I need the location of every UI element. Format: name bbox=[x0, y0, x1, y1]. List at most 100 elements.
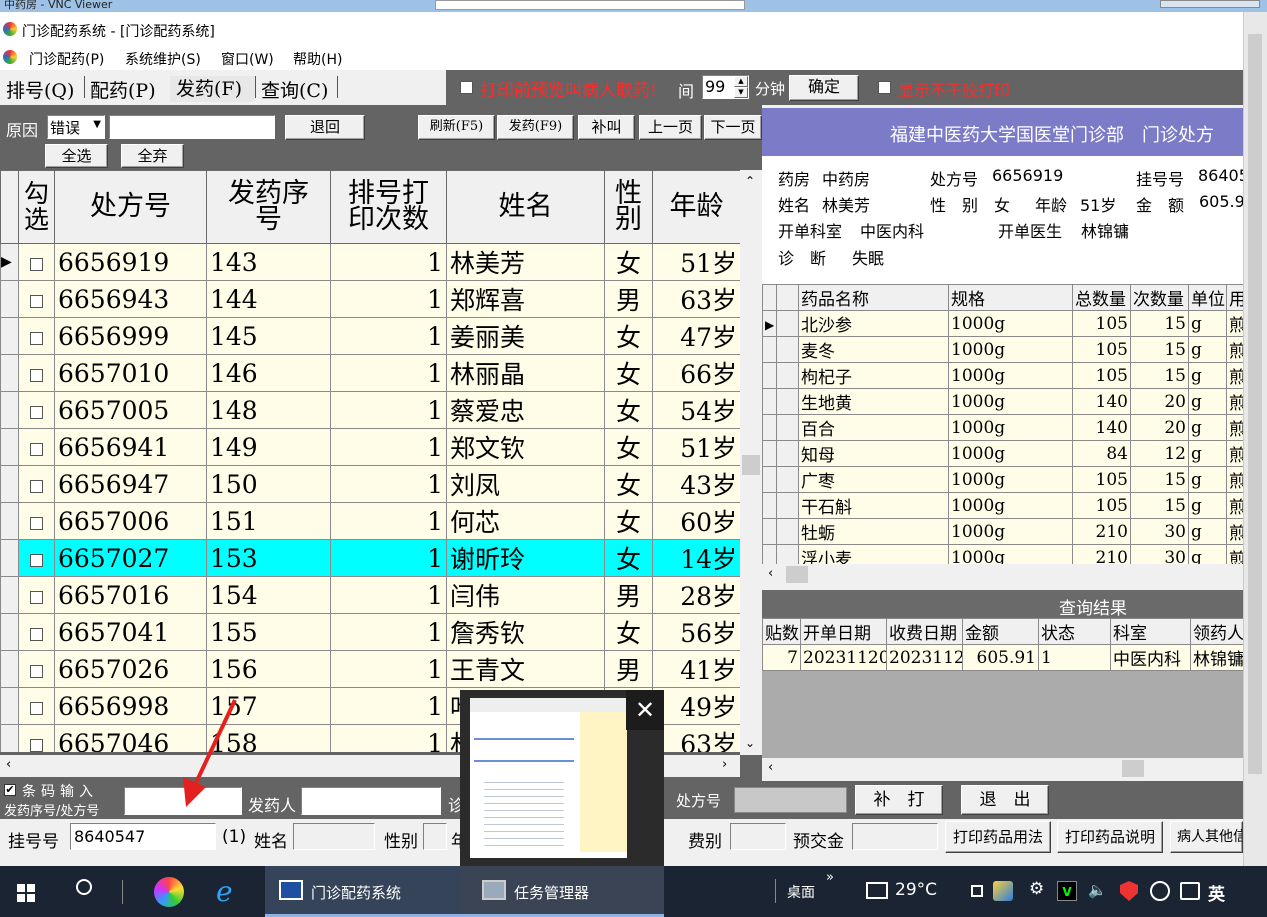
prepay-input[interactable] bbox=[852, 823, 938, 850]
network-globe-icon[interactable] bbox=[1150, 881, 1170, 901]
vnc-tray-icon[interactable]: V bbox=[1057, 881, 1077, 901]
prev-page-button[interactable]: 上一页 bbox=[639, 115, 702, 140]
reason-input[interactable] bbox=[109, 115, 275, 139]
row-checkbox[interactable] bbox=[30, 627, 43, 641]
row-checkbox[interactable] bbox=[30, 664, 43, 678]
taskbar-app-dispense[interactable]: 门诊配药系统 bbox=[265, 866, 462, 917]
next-page-button[interactable]: 下一页 bbox=[704, 115, 762, 140]
dispense-grid[interactable]: 勾选 处方号 发药序号 排号打印次数 姓名 性别 年龄 ▶ 6656919 143 1… bbox=[0, 170, 740, 752]
dispense-button[interactable]: 发药(F9) bbox=[497, 115, 574, 140]
spin-down-icon[interactable]: ▼ bbox=[734, 87, 748, 98]
recall-button[interactable]: 补叫 bbox=[578, 115, 635, 140]
back-button[interactable]: 退回 bbox=[285, 115, 365, 140]
print-usage-button[interactable]: 打印药品用法 bbox=[945, 821, 1051, 853]
table-row[interactable]: 6657016 154 1 闫伟男 28岁 bbox=[0, 576, 740, 614]
scroll-left-icon[interactable]: ‹ bbox=[768, 760, 773, 775]
ie-icon[interactable]: e bbox=[216, 875, 233, 908]
gear-icon[interactable]: ⚙ bbox=[1029, 879, 1044, 899]
deselect-all-button[interactable]: 全弃 bbox=[121, 144, 184, 168]
menu-dispense[interactable]: 门诊配药(P) bbox=[29, 49, 104, 69]
query-row[interactable]: 72023112020231120605.911中医内科林锦镛 bbox=[762, 644, 1243, 671]
query-hscroll-thumb[interactable] bbox=[1122, 760, 1144, 777]
drug-row[interactable]: 干石斛1000g10515g煎 bbox=[762, 492, 1243, 519]
drug-row[interactable]: 知母1000g8412g煎 bbox=[762, 440, 1243, 467]
outer-scroll-thumb[interactable] bbox=[1248, 34, 1262, 774]
drug-row[interactable]: 广枣1000g10515g煎 bbox=[762, 466, 1243, 493]
table-row[interactable]: 6657041 155 1 詹秀钦女 56岁 bbox=[0, 613, 740, 651]
cell-check[interactable] bbox=[18, 391, 55, 429]
print-desc-button[interactable]: 打印药品说明 bbox=[1057, 821, 1163, 853]
scroll-left-icon[interactable]: ‹ bbox=[768, 566, 773, 581]
drug-row[interactable]: 麦冬1000g10515g煎 bbox=[762, 336, 1243, 363]
scroll-up-icon[interactable]: ⌃ bbox=[745, 174, 755, 188]
drug-row[interactable]: 百合1000g14020g煎 bbox=[762, 414, 1243, 441]
cell-check[interactable] bbox=[18, 354, 55, 392]
table-row[interactable]: ▶ 6656919 143 1 林美芳女 51岁 bbox=[0, 243, 740, 281]
chevron-right-double-icon[interactable]: » bbox=[826, 870, 834, 885]
cell-check[interactable] bbox=[18, 502, 55, 540]
interval-spinner[interactable]: 99 ▲ ▼ bbox=[702, 75, 749, 99]
browser-360-icon[interactable] bbox=[154, 877, 184, 907]
scroll-down-icon[interactable]: ⌄ bbox=[745, 736, 755, 750]
print-preview-checkbox[interactable] bbox=[460, 81, 473, 94]
drug-row[interactable]: 生地黄1000g14020g煎 bbox=[762, 388, 1243, 415]
patient-name-input[interactable] bbox=[293, 823, 375, 850]
close-icon[interactable]: ✕ bbox=[626, 690, 664, 730]
refresh-button[interactable]: 刷新(F5) bbox=[418, 115, 495, 140]
ime-indicator[interactable]: 英 bbox=[1208, 880, 1225, 905]
cell-check[interactable] bbox=[18, 465, 55, 503]
keyboard-icon[interactable] bbox=[1180, 882, 1200, 900]
reason-select[interactable]: 错误 ▼ bbox=[47, 115, 105, 139]
reg-no-input[interactable]: 8640547 bbox=[70, 823, 216, 850]
tab-dispense[interactable]: 发药(F) bbox=[176, 74, 242, 101]
row-checkbox[interactable] bbox=[30, 738, 43, 752]
tray-app-icon[interactable] bbox=[993, 881, 1013, 901]
drug-row[interactable]: 牡蛎1000g21030g煎 bbox=[762, 518, 1243, 545]
cell-check[interactable] bbox=[18, 243, 55, 281]
menu-system[interactable]: 系统维护(S) bbox=[125, 49, 201, 69]
row-checkbox[interactable] bbox=[30, 516, 43, 530]
table-row[interactable]: 6656999 145 1 姜丽美女 47岁 bbox=[0, 317, 740, 355]
row-checkbox[interactable] bbox=[30, 553, 43, 567]
row-checkbox[interactable] bbox=[30, 590, 43, 604]
tab-prepare[interactable]: 配药(P) bbox=[90, 76, 156, 103]
row-checkbox[interactable] bbox=[30, 442, 43, 456]
exit-button[interactable]: 退 出 bbox=[961, 785, 1049, 815]
tab-queue[interactable]: 排号(Q) bbox=[6, 76, 74, 103]
row-checkbox[interactable] bbox=[30, 331, 43, 345]
no-dry-print-checkbox[interactable] bbox=[878, 81, 891, 94]
row-checkbox[interactable] bbox=[30, 405, 43, 419]
windows-start-icon[interactable] bbox=[17, 884, 35, 902]
outer-scrollbar[interactable] bbox=[1243, 12, 1267, 866]
drug-grid[interactable]: 药品名称 规格 总数量 次数量 单位 用 ▶北沙参1000g10515g煎麦冬1… bbox=[762, 284, 1243, 564]
cell-check[interactable] bbox=[18, 613, 55, 651]
query-grid[interactable]: 贴数 开单日期 收费日期 金额 状态 科室 领药人 7 20231120 20231… bbox=[762, 618, 1243, 758]
barcode-checkbox[interactable]: ✔ bbox=[4, 784, 16, 796]
query-hscroll[interactable]: ‹ bbox=[762, 758, 1243, 780]
table-row[interactable]: 6657026 156 1 王青文男 41岁 bbox=[0, 650, 740, 688]
menu-window[interactable]: 窗口(W) bbox=[221, 49, 274, 69]
drug-row[interactable]: 枸杞子1000g10515g煎 bbox=[762, 362, 1243, 389]
other-info-button[interactable]: 病人其他信 bbox=[1170, 821, 1243, 853]
cell-check[interactable] bbox=[18, 724, 55, 752]
drug-row[interactable]: 浮小麦1000g21030g煎 bbox=[762, 544, 1243, 564]
dispenser-input[interactable] bbox=[301, 787, 441, 815]
table-row[interactable]: 6657010 146 1 林丽晶女 66岁 bbox=[0, 354, 740, 392]
security-shield-icon[interactable] bbox=[1120, 881, 1138, 901]
cell-check[interactable] bbox=[18, 650, 55, 688]
row-checkbox[interactable] bbox=[30, 294, 43, 308]
row-checkbox[interactable] bbox=[30, 257, 43, 271]
vnc-window-controls[interactable] bbox=[1160, 0, 1260, 8]
drug-hscroll[interactable]: ‹ bbox=[762, 564, 1243, 586]
taskmgr-thumbnail[interactable]: ✕ bbox=[460, 690, 664, 868]
menu-help[interactable]: 帮助(H) bbox=[293, 49, 342, 69]
table-row[interactable]: 6657006 151 1 何芯女 60岁 bbox=[0, 502, 740, 540]
table-row[interactable]: 6657027 153 1 谢昕玲女 14岁 bbox=[0, 539, 740, 577]
spin-up-icon[interactable]: ▲ bbox=[734, 76, 748, 87]
scroll-left-icon[interactable]: ‹ bbox=[6, 757, 11, 772]
table-row[interactable]: 6656941 149 1 郑文钦女 51岁 bbox=[0, 428, 740, 466]
temperature[interactable]: 29°C bbox=[895, 880, 937, 900]
table-row[interactable]: 6656947 150 1 刘凤女 43岁 bbox=[0, 465, 740, 503]
table-row[interactable]: 6656943 144 1 郑辉喜男 63岁 bbox=[0, 280, 740, 318]
tray-window-icon[interactable] bbox=[971, 885, 983, 897]
